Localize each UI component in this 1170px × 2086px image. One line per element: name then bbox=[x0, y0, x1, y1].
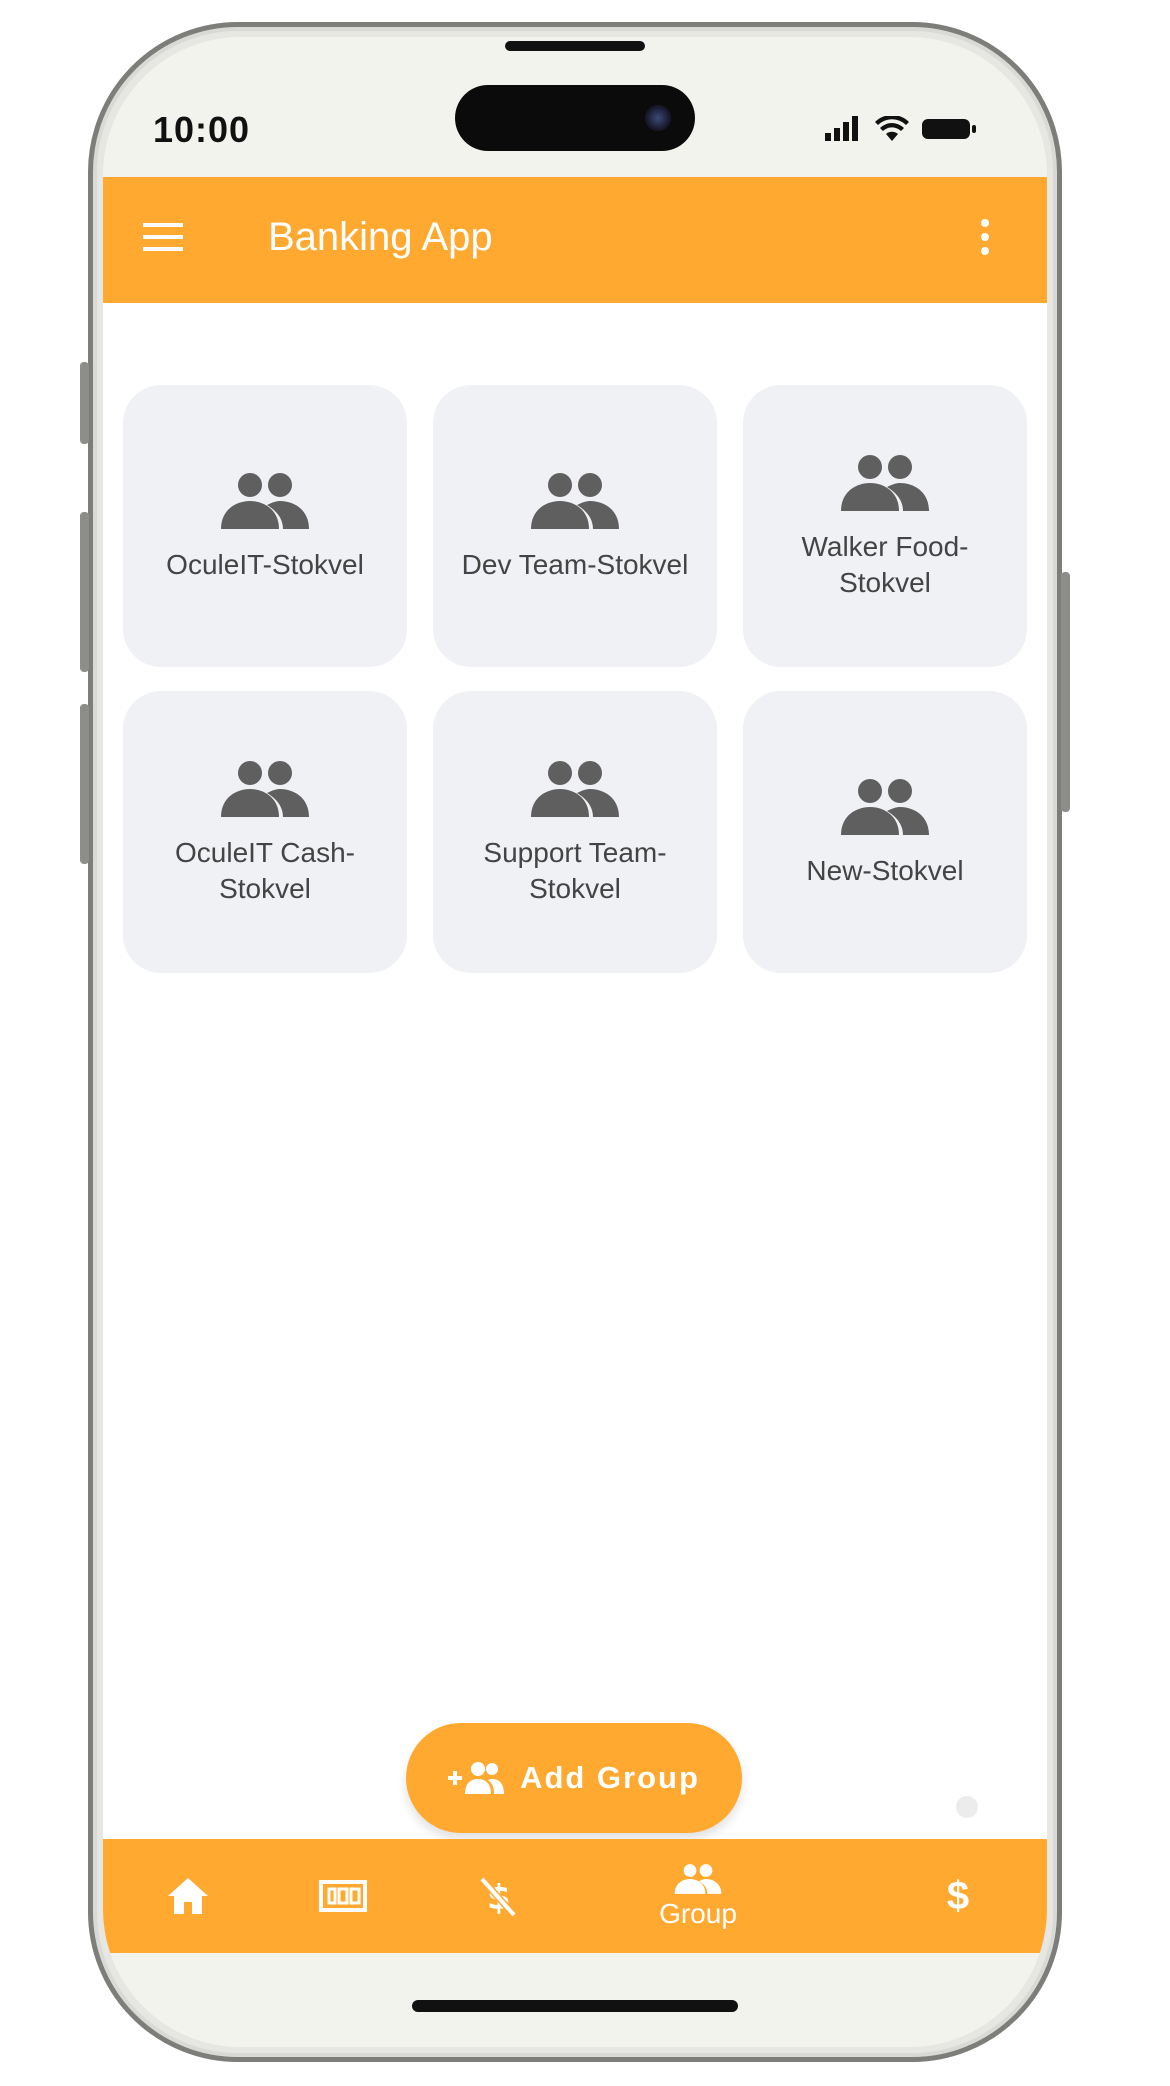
status-bar: 10:00 bbox=[103, 37, 1047, 177]
side-button-power bbox=[1061, 572, 1070, 812]
group-label: Dev Team-Stokvel bbox=[461, 549, 689, 580]
more-vert-icon[interactable] bbox=[975, 215, 995, 259]
dollar-icon: $ bbox=[946, 1873, 970, 1918]
group-label: OculeIT Cash- Stokvel bbox=[175, 837, 355, 904]
menu-icon[interactable] bbox=[141, 215, 185, 259]
status-time: 10:00 bbox=[153, 109, 251, 150]
group-icon bbox=[531, 473, 619, 529]
group-icon bbox=[841, 455, 929, 511]
group-card[interactable]: Walker Food- Stokvel bbox=[743, 385, 1027, 667]
front-camera bbox=[645, 105, 671, 131]
app-bar: Banking App bbox=[103, 177, 1047, 303]
group-icon bbox=[674, 1864, 722, 1894]
signal-icon bbox=[825, 116, 858, 141]
group-icon bbox=[221, 761, 309, 817]
group-card[interactable]: OculeIT Cash- Stokvel bbox=[123, 691, 407, 973]
wifi-icon bbox=[875, 116, 909, 141]
battery-icon bbox=[922, 119, 976, 139]
group-add-icon bbox=[448, 1762, 505, 1794]
add-group-label: Add Group bbox=[520, 1760, 700, 1795]
side-button-volume-down bbox=[80, 704, 89, 864]
side-button-silent bbox=[80, 362, 89, 444]
content-area: OculeIT-Stokvel Dev Team-Stokvel Walker … bbox=[103, 303, 1047, 1873]
group-label: OculeIT-Stokvel bbox=[166, 549, 364, 580]
group-card[interactable]: Dev Team-Stokvel bbox=[433, 385, 717, 667]
group-icon bbox=[221, 473, 309, 529]
group-label: Walker Food- Stokvel bbox=[801, 531, 969, 598]
group-label: New-Stokvel bbox=[806, 855, 964, 886]
nav-money-off[interactable]: $ bbox=[443, 1839, 553, 1953]
indicator-dot bbox=[956, 1796, 978, 1818]
nav-home[interactable] bbox=[133, 1839, 243, 1953]
add-group-button[interactable]: Add Group bbox=[406, 1723, 742, 1833]
app-title: Banking App bbox=[268, 215, 493, 259]
side-button-volume-up bbox=[80, 512, 89, 672]
status-icons bbox=[823, 109, 977, 149]
nav-dollar[interactable]: $ bbox=[903, 1839, 1013, 1953]
money-off-icon: $ bbox=[479, 1876, 517, 1918]
group-card[interactable]: OculeIT-Stokvel bbox=[123, 385, 407, 667]
group-icon bbox=[531, 761, 619, 817]
earpiece bbox=[505, 41, 645, 51]
group-card[interactable]: New-Stokvel bbox=[743, 691, 1027, 973]
group-icon bbox=[841, 779, 929, 835]
nav-group-label: Group bbox=[659, 1898, 737, 1929]
group-label: Support Team- Stokvel bbox=[483, 837, 667, 904]
bottom-nav: $ Group $ bbox=[103, 1839, 1047, 1953]
nav-money[interactable] bbox=[288, 1839, 398, 1953]
home-icon bbox=[168, 1878, 208, 1914]
dynamic-island bbox=[455, 85, 695, 151]
home-indicator[interactable] bbox=[412, 2000, 738, 2012]
money-icon bbox=[319, 1880, 367, 1912]
group-card[interactable]: Support Team- Stokvel bbox=[433, 691, 717, 973]
nav-group[interactable]: Group bbox=[608, 1839, 788, 1953]
phone-screen: 10:00 Banking App OculeIT-Stokvel Dev Te… bbox=[103, 37, 1047, 2047]
